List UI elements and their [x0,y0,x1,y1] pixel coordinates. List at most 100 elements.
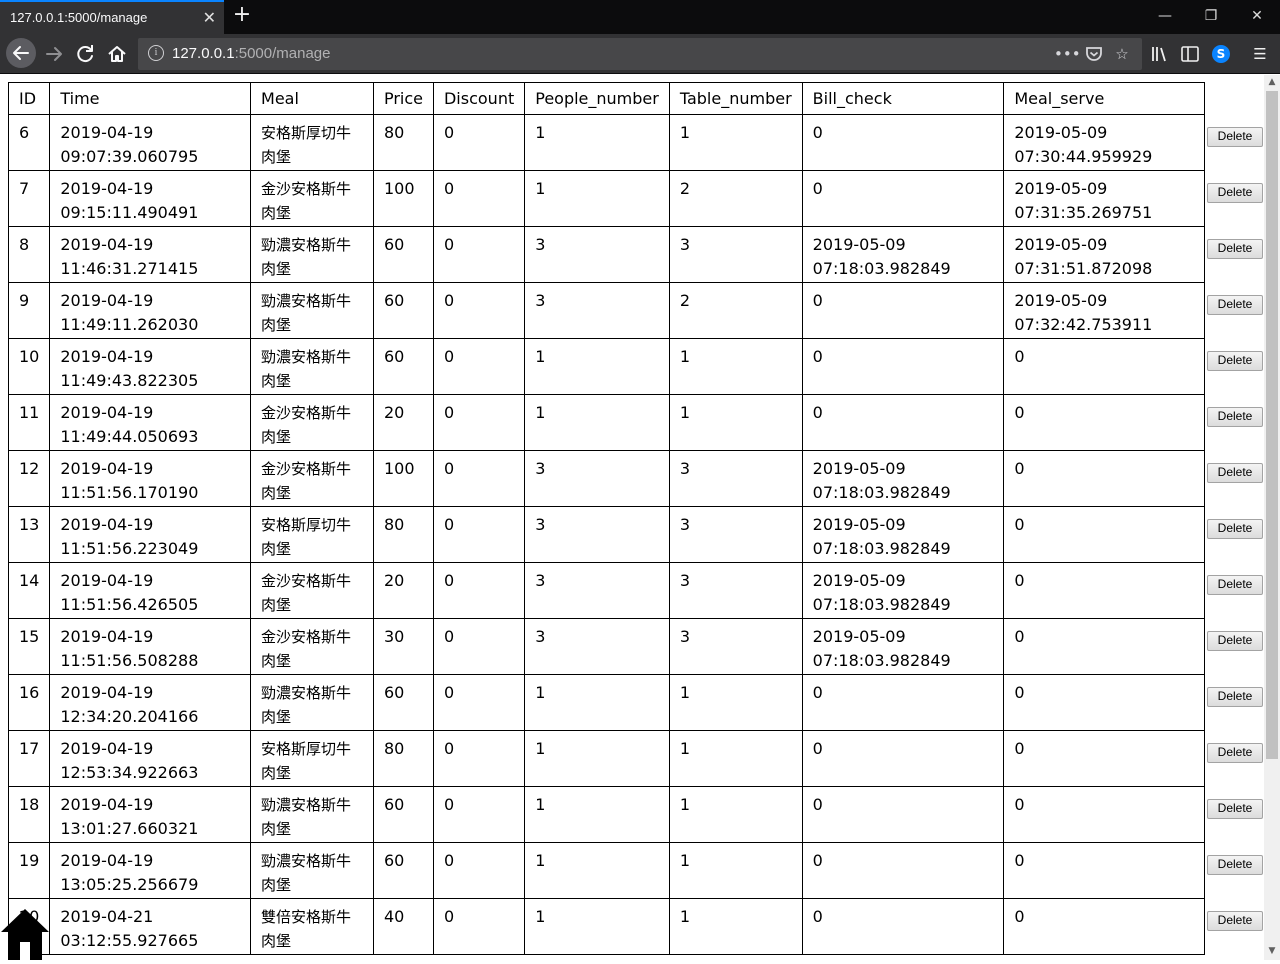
cell-bill-check: 0 [801,170,1005,227]
cell-discount: 0 [432,618,526,675]
cell-time: 2019-04-19 13:01:27.660321 [49,786,252,843]
library-icon[interactable] [1146,40,1174,68]
cell-people-number-text: 1 [535,795,546,814]
cell-meal-text: 勁濃安格斯牛肉堡 [261,236,352,278]
cell-meal: 勁濃安格斯牛肉堡 [250,786,374,843]
sidebar-icon[interactable] [1176,40,1204,68]
cell-meal: 安格斯厚切牛肉堡 [250,730,374,787]
reload-icon [77,45,93,63]
cell-meal: 金沙安格斯牛肉堡 [250,394,374,451]
cell-meal-serve: 0 [1003,506,1205,563]
scroll-down-arrow-icon[interactable]: ▼ [1264,946,1280,958]
cell-price-text: 60 [383,795,405,814]
delete-button[interactable]: Delete [1207,854,1263,875]
cell-table-number-text: 3 [679,459,691,478]
cell-people-number: 3 [524,226,670,283]
delete-button[interactable]: Delete [1207,126,1263,147]
delete-button[interactable]: Delete [1207,518,1263,539]
cell-time-text: 2019-04-19 [60,235,154,254]
header-meal: Meal [250,82,374,115]
cell-meal-serve-text: 07:32:42.753911 [1014,315,1153,334]
delete-button[interactable]: Delete [1207,350,1263,371]
cell-meal-serve: 2019-05-09 07:30:44.959929 [1003,114,1205,171]
cell-action: Delete [1205,619,1264,675]
cell-meal-serve: 0 [1003,618,1205,675]
forward-button[interactable] [40,40,68,68]
home-icon[interactable] [0,906,50,960]
cell-discount-text: 0 [443,291,455,310]
cell-meal-serve: 0 [1003,842,1205,899]
menu-icon[interactable]: ☰ [1246,40,1274,68]
cell-time-text: 11:51:56.508288 [60,651,199,670]
url-bar[interactable]: i 127.0.0.1:5000/manage ••• ☆ [138,38,1142,70]
new-tab-button[interactable]: + [230,4,254,28]
cell-time: 2019-04-19 12:53:34.922663 [49,730,252,787]
table-row: 202019-04-2103:12:55.927665雙倍安格斯牛肉堡40011… [7,898,1264,955]
header-meal-serve: Meal_serve [1003,82,1205,115]
cell-meal-serve-text: 0 [1014,739,1025,758]
cell-time-text: 11:51:56.223049 [60,539,199,558]
back-button[interactable] [6,38,36,68]
delete-button[interactable]: Delete [1207,686,1263,707]
cell-discount-text: 0 [443,235,455,254]
table-row: 6 2019-04-19 09:07:39.060795 安格斯厚切牛肉堡 80 0 1 1 0… [7,114,1264,171]
cell-bill-check-text: 0 [812,347,823,366]
cell-bill-check: 0 [801,394,1005,451]
cell-id: 7 [7,170,51,227]
site-info-icon[interactable]: i [148,45,164,61]
window-close-button[interactable]: ✕ [1234,0,1280,34]
cell-discount: 0 [432,226,526,283]
delete-button[interactable]: Delete [1207,574,1263,595]
home-outline-icon [108,46,126,62]
cell-id-text: 10 [19,347,40,366]
bookmark-star-icon[interactable]: ☆ [1110,42,1134,66]
tab-manage[interactable]: 127.0.0.1:5000/manage ✕ [0,0,224,34]
cell-meal-serve: 0 [1003,786,1205,843]
delete-button[interactable]: Delete [1207,798,1263,819]
cell-bill-check-text: 2019-05-09 [812,235,906,254]
cell-time-text: 09:07:39.060795 [60,147,199,166]
scrollbar-thumb[interactable] [1266,91,1278,759]
delete-button[interactable]: Delete [1207,742,1263,763]
cell-discount: 0 [432,674,526,731]
restore-button[interactable]: ❐ [1188,0,1234,34]
cell-discount: 0 [432,282,526,339]
cell-people-number: 1 [524,170,670,227]
cell-meal: 勁濃安格斯牛肉堡 [250,282,374,339]
cell-table-number: 3 [668,506,803,563]
cell-people-number: 1 [524,114,670,171]
delete-button[interactable]: Delete [1207,238,1263,259]
table-row: 10 2019-04-19 11:49:43.822305 勁濃安格斯牛肉堡 60 0 1 1… [7,338,1264,395]
cell-price: 80 [372,506,434,563]
cell-bill-check-text: 0 [812,683,823,702]
cell-meal-text: 雙倍安格斯牛肉堡 [261,908,352,950]
extension-s-icon[interactable]: S [1212,45,1230,63]
home-button[interactable] [103,40,131,68]
delete-button[interactable]: Delete [1207,182,1263,203]
cell-meal-text: 勁濃安格斯牛肉堡 [261,796,352,838]
cell-price-text: 80 [383,739,405,758]
pocket-icon[interactable] [1082,42,1106,66]
delete-button[interactable]: Delete [1207,294,1263,315]
page-actions-icon[interactable]: ••• [1054,42,1081,66]
cell-table-number-text: 1 [679,683,691,702]
cell-people-number: 3 [524,450,670,507]
cell-people-number: 3 [524,562,670,619]
vertical-scrollbar[interactable]: ▲ ▼ [1264,75,1280,960]
cell-time: 2019-04-19 11:51:56.170190 [49,450,252,507]
cell-price-text: 60 [383,291,405,310]
cell-meal: 勁濃安格斯牛肉堡 [250,674,374,731]
cell-meal-serve-text: 0 [1014,683,1025,702]
delete-button[interactable]: Delete [1207,462,1263,483]
cell-price: 40 [372,898,434,955]
close-tab-icon[interactable]: ✕ [203,8,216,27]
cell-people-number: 1 [524,730,670,787]
cell-id: 14 [7,562,51,619]
scroll-up-arrow-icon[interactable]: ▲ [1264,77,1280,89]
url-text[interactable]: 127.0.0.1:5000/manage [172,45,330,62]
delete-button[interactable]: Delete [1207,406,1263,427]
reload-button[interactable] [72,40,100,68]
delete-button[interactable]: Delete [1207,910,1263,931]
minimize-button[interactable]: — [1142,0,1188,34]
delete-button[interactable]: Delete [1207,630,1263,651]
